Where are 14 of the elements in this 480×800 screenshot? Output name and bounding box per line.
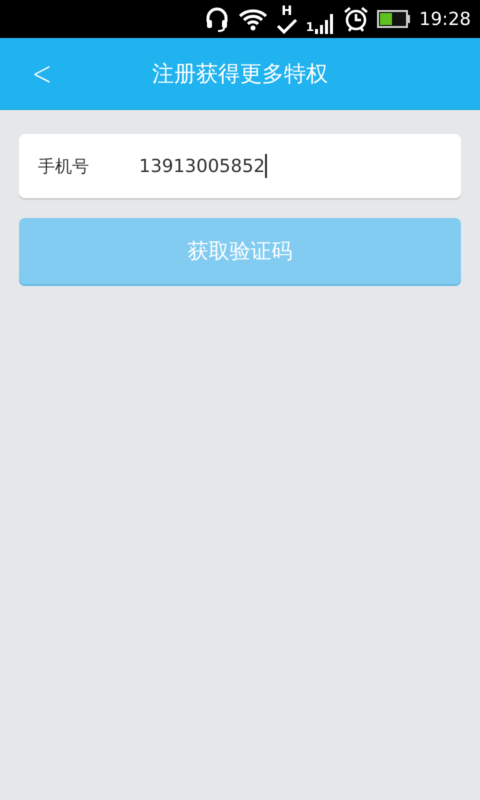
field-value: 13913005852: [139, 156, 265, 176]
network-type: H: [281, 4, 292, 18]
battery-icon: [377, 10, 412, 28]
field-label: 手机号: [38, 156, 90, 178]
clock-time: 19:28: [419, 8, 471, 30]
phone-field[interactable]: 手机号 13913005852: [19, 134, 461, 198]
sim-number: 1: [306, 20, 314, 34]
back-button[interactable]: <: [25, 46, 59, 102]
page-title: 注册获得更多特权: [152, 62, 328, 86]
check-icon: [276, 18, 298, 34]
signal-icon: [315, 12, 336, 34]
headset-icon: [204, 6, 230, 32]
wifi-icon: [238, 7, 268, 31]
alarm-clock-icon: [343, 5, 370, 33]
